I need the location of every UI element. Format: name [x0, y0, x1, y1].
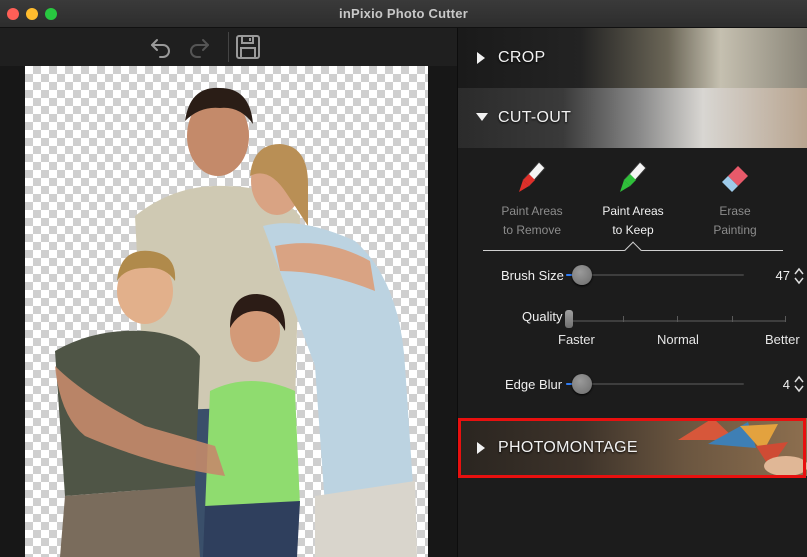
brush-size-value: 47	[775, 268, 790, 283]
edge-blur-slider-knob[interactable]	[572, 374, 592, 394]
quality-tick	[623, 316, 624, 322]
edge-blur-value: 4	[782, 377, 790, 392]
paint-keep-tool[interactable]: Paint Areas to Keep	[588, 154, 678, 244]
quality-tick	[785, 316, 786, 322]
quality-better-label: Better	[765, 332, 800, 347]
paint-remove-tool[interactable]: Paint Areas to Remove	[487, 154, 577, 244]
edge-blur-slider[interactable]	[566, 374, 744, 394]
crop-label: CROP	[498, 49, 546, 66]
cutout-label: CUT-OUT	[498, 109, 572, 126]
chevron-down-icon	[476, 113, 488, 121]
family-photo-cutout[interactable]	[25, 66, 428, 557]
brush-size-slider-knob[interactable]	[572, 265, 592, 285]
quality-tick	[677, 316, 678, 322]
chevron-right-icon	[477, 442, 485, 454]
brush-size-stepper[interactable]	[794, 267, 804, 285]
edge-blur-stepper[interactable]	[794, 375, 804, 393]
quality-label: Quality	[522, 309, 563, 324]
cutout-tools: Paint Areas to Remove Paint Areas to Kee…	[458, 154, 807, 254]
photomontage-label: PHOTOMONTAGE	[498, 439, 638, 456]
quality-normal-label: Normal	[657, 332, 699, 347]
tangram-pieces-image	[678, 418, 807, 476]
side-panel: CROP CUT-OUT Paint Areas to Remove Paint…	[457, 28, 807, 557]
red-marker-icon	[519, 161, 546, 192]
window-title: inPixio Photo Cutter	[339, 6, 468, 21]
undo-button[interactable]	[147, 33, 175, 61]
eraser-icon	[722, 166, 748, 192]
brush-size-slider[interactable]	[566, 265, 744, 285]
erase-painting-tool[interactable]: Erase Painting	[690, 154, 780, 244]
canvas-area[interactable]	[0, 66, 457, 557]
brush-size-label: Brush Size	[501, 268, 564, 283]
redo-button[interactable]	[185, 33, 213, 61]
save-icon	[236, 35, 260, 59]
erase-painting-label: Erase Painting	[713, 204, 757, 237]
edge-blur-label: Edge Blur	[505, 377, 563, 392]
cutout-section-header[interactable]: CUT-OUT	[458, 88, 807, 148]
quality-slider-knob[interactable]	[565, 310, 573, 328]
paint-remove-label: Paint Areas to Remove	[501, 204, 563, 237]
chevron-right-icon	[477, 52, 485, 64]
quality-tick	[732, 316, 733, 322]
canvas-toolbar	[0, 28, 457, 66]
paint-keep-label: Paint Areas to Keep	[602, 204, 664, 237]
save-button[interactable]	[234, 33, 262, 61]
title-bar: inPixio Photo Cutter	[0, 0, 807, 28]
toolbar-divider	[228, 32, 229, 62]
photomontage-section-header[interactable]: PHOTOMONTAGE	[458, 418, 807, 476]
green-marker-icon	[620, 161, 647, 192]
transparent-canvas[interactable]	[25, 66, 428, 557]
undo-icon	[151, 39, 170, 58]
quality-faster-label: Faster	[558, 332, 595, 347]
redo-icon	[190, 39, 209, 58]
crop-section-header[interactable]: CROP	[458, 28, 807, 88]
